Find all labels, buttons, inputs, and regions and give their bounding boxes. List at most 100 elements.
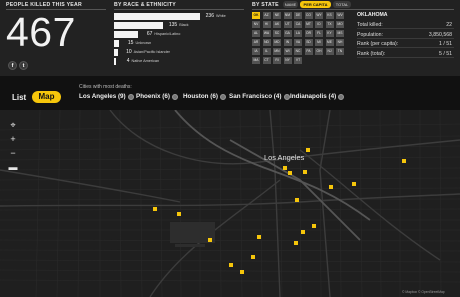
state-cell-fl[interactable]: FL	[315, 30, 323, 37]
incident-marker[interactable]	[312, 224, 316, 228]
state-cell-la[interactable]: LA	[294, 30, 302, 37]
state-cell-or[interactable]: OR	[304, 30, 313, 37]
sort-total-toggle[interactable]: TOTAL	[333, 1, 351, 8]
state-cell-mn[interactable]: MN	[273, 48, 281, 55]
incident-marker[interactable]	[329, 185, 333, 189]
incident-marker[interactable]	[229, 263, 233, 267]
city-radio-icon[interactable]	[172, 93, 178, 100]
incident-marker[interactable]	[303, 170, 307, 174]
state-cell-ny[interactable]: NY	[283, 57, 292, 64]
state-cell-wv[interactable]: WV	[336, 12, 344, 19]
map-view-button[interactable]: Map	[32, 91, 61, 103]
state-cell-id[interactable]: ID	[315, 21, 323, 28]
incident-marker[interactable]	[257, 235, 261, 239]
state-cell-nm[interactable]: NM	[283, 12, 292, 19]
stat-value: 1 / 51	[439, 41, 452, 47]
stat-label: Rank (total):	[357, 50, 386, 57]
state-cell-ct[interactable]: CT	[262, 57, 271, 64]
incident-marker[interactable]	[153, 207, 157, 211]
twitter-share-button[interactable]: t	[19, 61, 28, 70]
zoom-out-button[interactable]: −	[8, 148, 18, 158]
city-filter[interactable]: San Francisco (4)	[229, 93, 282, 100]
sort-per-capita-toggle[interactable]: PER CAPITA	[300, 1, 331, 8]
state-cell-sd[interactable]: SD	[304, 39, 313, 46]
city-filter[interactable]: Houston (6)	[183, 93, 218, 100]
state-cell-tn[interactable]: TN	[336, 48, 344, 55]
state-cell-co[interactable]: CO	[304, 12, 313, 19]
state-cell-ar[interactable]: AR	[252, 39, 260, 46]
city-radio-icon[interactable]	[220, 93, 226, 100]
people-killed-title: PEOPLE KILLED THIS YEAR	[6, 2, 82, 8]
incident-marker[interactable]	[294, 241, 298, 245]
state-cell-sc[interactable]: SC	[273, 30, 281, 37]
state-cell-wa[interactable]: WA	[262, 30, 271, 37]
incident-marker[interactable]	[295, 198, 299, 202]
state-cell-hi[interactable]: HI	[262, 21, 271, 28]
state-cell-mo[interactable]: MO	[336, 21, 344, 28]
us-view-button[interactable]: ▬	[8, 162, 18, 172]
incident-marker[interactable]	[352, 182, 356, 186]
incident-marker[interactable]	[208, 238, 212, 242]
incident-marker[interactable]	[402, 159, 406, 163]
incident-marker[interactable]	[301, 230, 305, 234]
race-label: Asian/Pacific Islander	[133, 50, 170, 54]
state-cell-ia[interactable]: IA	[252, 48, 260, 55]
city-filter[interactable]: Indianapolis (4)	[290, 93, 336, 100]
city-radio-icon[interactable]	[338, 93, 344, 100]
state-cell-vt[interactable]: VT	[294, 57, 302, 64]
map-view[interactable]: ⌖ + − ▬ Los Angeles © Mapbox © OpenStree…	[0, 110, 460, 297]
incident-marker[interactable]	[240, 270, 244, 274]
race-label: White	[216, 14, 226, 18]
state-cell-in[interactable]: IN	[283, 39, 292, 46]
state-cell-ne[interactable]: NE	[273, 12, 281, 19]
incident-marker[interactable]	[251, 255, 255, 259]
state-cell-az[interactable]: AZ	[262, 12, 271, 19]
incident-marker[interactable]	[283, 166, 287, 170]
facebook-share-button[interactable]: f	[8, 61, 17, 70]
zoom-in-button[interactable]: +	[8, 134, 18, 144]
race-label: Hispanic/Latino	[154, 32, 181, 36]
stat-value: 5 / 51	[439, 50, 452, 57]
incident-marker[interactable]	[288, 171, 292, 175]
state-cell-ma[interactable]: MA	[252, 57, 260, 64]
sort-name-toggle[interactable]: NAME	[283, 1, 298, 8]
state-cell-ok[interactable]: OK	[252, 12, 260, 19]
state-cell-wy[interactable]: WY	[315, 12, 323, 19]
state-cell-mt[interactable]: MT	[304, 21, 313, 28]
state-cell-nj[interactable]: NJ	[325, 48, 334, 55]
state-cell-de[interactable]: DE	[294, 12, 302, 19]
state-cell-ut[interactable]: UT	[283, 21, 292, 28]
state-cell-va[interactable]: VA	[294, 39, 302, 46]
city-filter[interactable]: Los Angeles (9)	[79, 93, 126, 100]
state-cell-ks[interactable]: KS	[325, 12, 334, 19]
state-cell-ak[interactable]: AK	[273, 21, 281, 28]
state-cell-tx[interactable]: TX	[325, 21, 334, 28]
state-cell-ms[interactable]: MS	[336, 30, 344, 37]
state-cell-ri[interactable]: RI	[273, 57, 281, 64]
state-cell-ky[interactable]: KY	[325, 30, 334, 37]
state-cell-md[interactable]: MD	[273, 39, 281, 46]
state-cell-il[interactable]: IL	[262, 48, 271, 55]
state-cell-mi[interactable]: MI	[315, 39, 323, 46]
incident-marker[interactable]	[306, 148, 310, 152]
state-cell-pa[interactable]: PA	[304, 48, 313, 55]
stat-label: Total killed:	[357, 22, 383, 28]
state-cell-nd[interactable]: ND	[262, 39, 271, 46]
state-cell-al[interactable]: AL	[252, 30, 260, 37]
state-cell-oh[interactable]: OH	[315, 48, 323, 55]
incident-marker[interactable]	[177, 212, 181, 216]
state-cell-ga[interactable]: GA	[283, 30, 292, 37]
locate-button[interactable]: ⌖	[8, 120, 18, 130]
state-cell-nc[interactable]: NC	[294, 48, 302, 55]
state-cell-ca[interactable]: CA	[294, 21, 302, 28]
state-stat-row: Rank (total): 5 / 51	[357, 50, 454, 58]
state-cell-nh[interactable]: NH	[336, 39, 344, 46]
divider	[252, 9, 454, 10]
city-filter[interactable]: Phoenix (6)	[136, 93, 170, 100]
state-cell-wi[interactable]: WI	[283, 48, 292, 55]
race-bar	[114, 31, 139, 38]
city-radio-icon[interactable]	[128, 93, 134, 100]
state-cell-me[interactable]: ME	[325, 39, 334, 46]
state-cell-nv[interactable]: NV	[252, 21, 260, 28]
list-view-button[interactable]: List	[12, 93, 26, 102]
